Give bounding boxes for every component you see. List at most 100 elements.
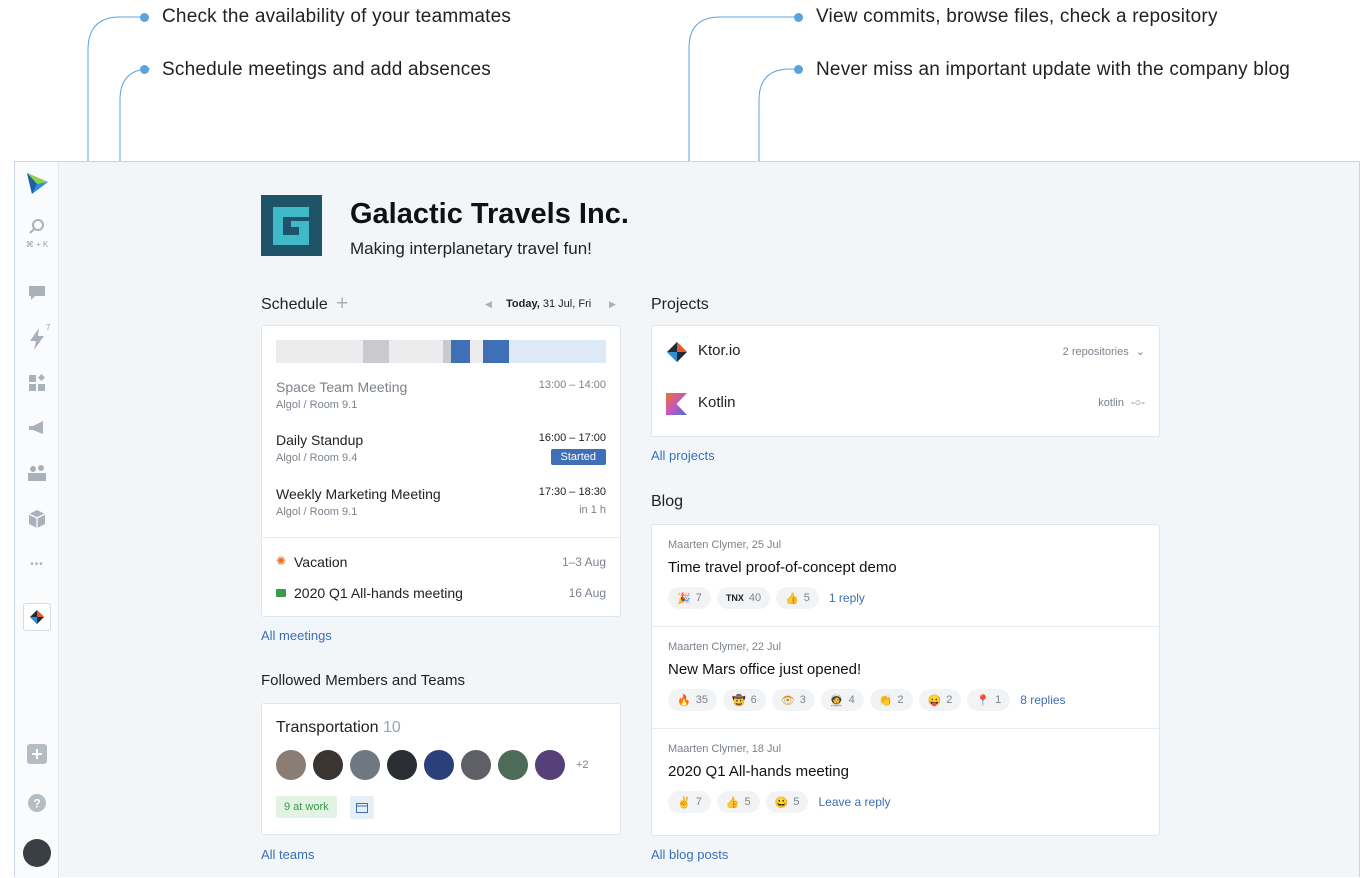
reaction-count: 7 bbox=[695, 592, 702, 604]
reaction[interactable]: 🤠 6 bbox=[722, 689, 766, 711]
reaction-count: 6 bbox=[750, 694, 757, 706]
reaction-count: 2 bbox=[897, 694, 904, 706]
meeting-item[interactable]: Daily Standup Algol / Room 9.4 16:00 – 1… bbox=[276, 432, 606, 465]
absence-title: Vacation bbox=[294, 554, 348, 570]
project-meta[interactable]: kotlin -○- bbox=[1098, 397, 1145, 409]
event-item[interactable]: 2020 Q1 All-hands meeting 16 Aug bbox=[276, 585, 606, 601]
reactions: 🎉 7 TNX 40 👍 5 1 reply bbox=[668, 587, 865, 609]
project-row-kotlin[interactable]: Kotlin kotlin -○- bbox=[666, 390, 1145, 420]
avatar[interactable] bbox=[276, 750, 306, 780]
help-icon[interactable]: ? bbox=[15, 792, 59, 814]
followed-title: Followed Members and Teams bbox=[261, 672, 465, 689]
all-projects-link[interactable]: All projects bbox=[651, 448, 715, 463]
more-members-count[interactable]: +2 bbox=[576, 759, 589, 771]
blog-post[interactable]: Maarten Clymer, 18 Jul 2020 Q1 All-hands… bbox=[652, 729, 1159, 835]
meeting-item[interactable]: Weekly Marketing Meeting Algol / Room 9.… bbox=[276, 486, 606, 518]
more-icon[interactable]: ••• bbox=[15, 554, 59, 574]
all-blog-posts-link[interactable]: All blog posts bbox=[651, 847, 728, 862]
callout-dot bbox=[140, 65, 149, 74]
calendar-event-icon bbox=[276, 589, 286, 597]
post-title: New Mars office just opened! bbox=[668, 661, 862, 678]
package-icon[interactable] bbox=[15, 508, 59, 530]
schedule-next-button[interactable]: ▶ bbox=[609, 299, 616, 310]
divider bbox=[262, 537, 620, 538]
astronaut-icon: 🧑‍🚀 bbox=[829, 694, 844, 707]
all-teams-link[interactable]: All teams bbox=[261, 847, 314, 862]
add-meeting-button[interactable]: + bbox=[336, 292, 348, 316]
project-row-ktor[interactable]: Ktor.io 2 repositories ⌄ bbox=[666, 338, 1145, 368]
team-avatars: +2 bbox=[276, 750, 589, 780]
sidebar: ⌘ + K 7 ••• ? bbox=[15, 162, 59, 878]
calendar-button[interactable] bbox=[350, 796, 374, 819]
search-shortcut: ⌘ + K bbox=[25, 240, 49, 249]
team-icon[interactable] bbox=[15, 462, 59, 484]
tnx-icon: TNX bbox=[725, 593, 744, 603]
party-icon: 🎉 bbox=[677, 592, 691, 605]
chat-icon[interactable] bbox=[15, 282, 59, 304]
fire-icon: 🔥 bbox=[677, 694, 691, 707]
chevron-down-icon: ⌄ bbox=[1135, 346, 1145, 358]
megaphone-icon[interactable] bbox=[15, 417, 59, 439]
post-title: Time travel proof-of-concept demo bbox=[668, 559, 897, 576]
avatar[interactable] bbox=[313, 750, 343, 780]
reaction-count: 5 bbox=[803, 592, 810, 604]
callout-commits: View commits, browse files, check a repo… bbox=[816, 6, 1218, 27]
reaction[interactable]: 🔥 35 bbox=[668, 689, 717, 711]
absence-item[interactable]: ✺ Vacation 1–3 Aug bbox=[276, 554, 606, 570]
tongue-face-icon: 😛 bbox=[927, 694, 942, 707]
reaction-count: 1 bbox=[995, 694, 1002, 706]
avatar[interactable] bbox=[15, 837, 59, 869]
callout-blog: Never miss an important update with the … bbox=[816, 59, 1291, 80]
reaction[interactable]: 👍 5 bbox=[716, 791, 760, 813]
app-window: ⌘ + K 7 ••• ? Galactic Travels Inc. Maki… bbox=[14, 161, 1360, 878]
space-logo-icon[interactable] bbox=[15, 168, 59, 198]
meeting-room: Algol / Room 9.1 bbox=[276, 506, 358, 518]
all-meetings-link[interactable]: All meetings bbox=[261, 628, 332, 643]
blog-post[interactable]: Maarten Clymer, 25 Jul Time travel proof… bbox=[652, 525, 1159, 627]
reaction[interactable]: 👏 2 bbox=[869, 689, 913, 711]
schedule-prev-button[interactable]: ◀ bbox=[485, 299, 492, 310]
add-icon[interactable] bbox=[15, 743, 59, 765]
search-icon[interactable]: ⌘ + K bbox=[15, 218, 59, 254]
lightning-icon[interactable] bbox=[15, 326, 59, 352]
reaction[interactable]: 😀 5 bbox=[765, 791, 809, 813]
reaction[interactable]: 🧑‍🚀 4 bbox=[820, 689, 864, 711]
apps-icon[interactable] bbox=[15, 372, 59, 394]
reaction[interactable]: TNX 40 bbox=[716, 587, 771, 609]
post-author: Maarten Clymer, 22 Jul bbox=[668, 641, 782, 653]
team-count: 10 bbox=[383, 719, 401, 736]
avatar[interactable] bbox=[498, 750, 528, 780]
projects-title: Projects bbox=[651, 296, 709, 313]
reaction[interactable]: 👍 5 bbox=[776, 587, 819, 609]
avatar[interactable] bbox=[461, 750, 491, 780]
event-date: 16 Aug bbox=[568, 586, 606, 600]
avatar[interactable] bbox=[387, 750, 417, 780]
project-meta[interactable]: 2 repositories ⌄ bbox=[1063, 345, 1145, 358]
reactions: 🔥 35 🤠 6 👁 3 🧑‍🚀 4 👏 2 😛 2 📍 1 8 replies bbox=[668, 689, 1066, 711]
ktor-logo-icon bbox=[667, 342, 687, 362]
blog-post[interactable]: Maarten Clymer, 22 Jul New Mars office j… bbox=[652, 627, 1159, 729]
reaction[interactable]: 👁 3 bbox=[771, 689, 815, 711]
replies-link[interactable]: 8 replies bbox=[1020, 693, 1065, 707]
reaction[interactable]: 📍 1 bbox=[967, 689, 1011, 711]
meeting-item[interactable]: Space Team Meeting Algol / Room 9.1 13:0… bbox=[276, 379, 606, 411]
team-name-row[interactable]: Transportation 10 bbox=[276, 719, 401, 737]
reaction[interactable]: ✌ 7 bbox=[668, 791, 711, 813]
avatar[interactable] bbox=[350, 750, 380, 780]
reaction-count: 5 bbox=[793, 796, 800, 808]
meeting-room: Algol / Room 9.1 bbox=[276, 399, 358, 411]
leave-reply-link[interactable]: Leave a reply bbox=[818, 795, 890, 809]
reactions: ✌ 7 👍 5 😀 5 Leave a reply bbox=[668, 791, 891, 813]
org-logo bbox=[261, 195, 322, 256]
project-ktor-icon[interactable] bbox=[15, 602, 59, 632]
repositories-count: 2 repositories bbox=[1062, 346, 1129, 358]
svg-text:?: ? bbox=[33, 797, 40, 811]
replies-link[interactable]: 1 reply bbox=[829, 591, 865, 605]
at-work-badge[interactable]: 9 at work bbox=[276, 796, 337, 818]
reaction[interactable]: 😛 2 bbox=[918, 689, 962, 711]
reaction[interactable]: 🎉 7 bbox=[668, 587, 711, 609]
meeting-status-badge: Started bbox=[550, 449, 606, 465]
avatar[interactable] bbox=[424, 750, 454, 780]
avatar[interactable] bbox=[535, 750, 565, 780]
callout-availability: Check the availability of your teammates bbox=[162, 6, 512, 27]
